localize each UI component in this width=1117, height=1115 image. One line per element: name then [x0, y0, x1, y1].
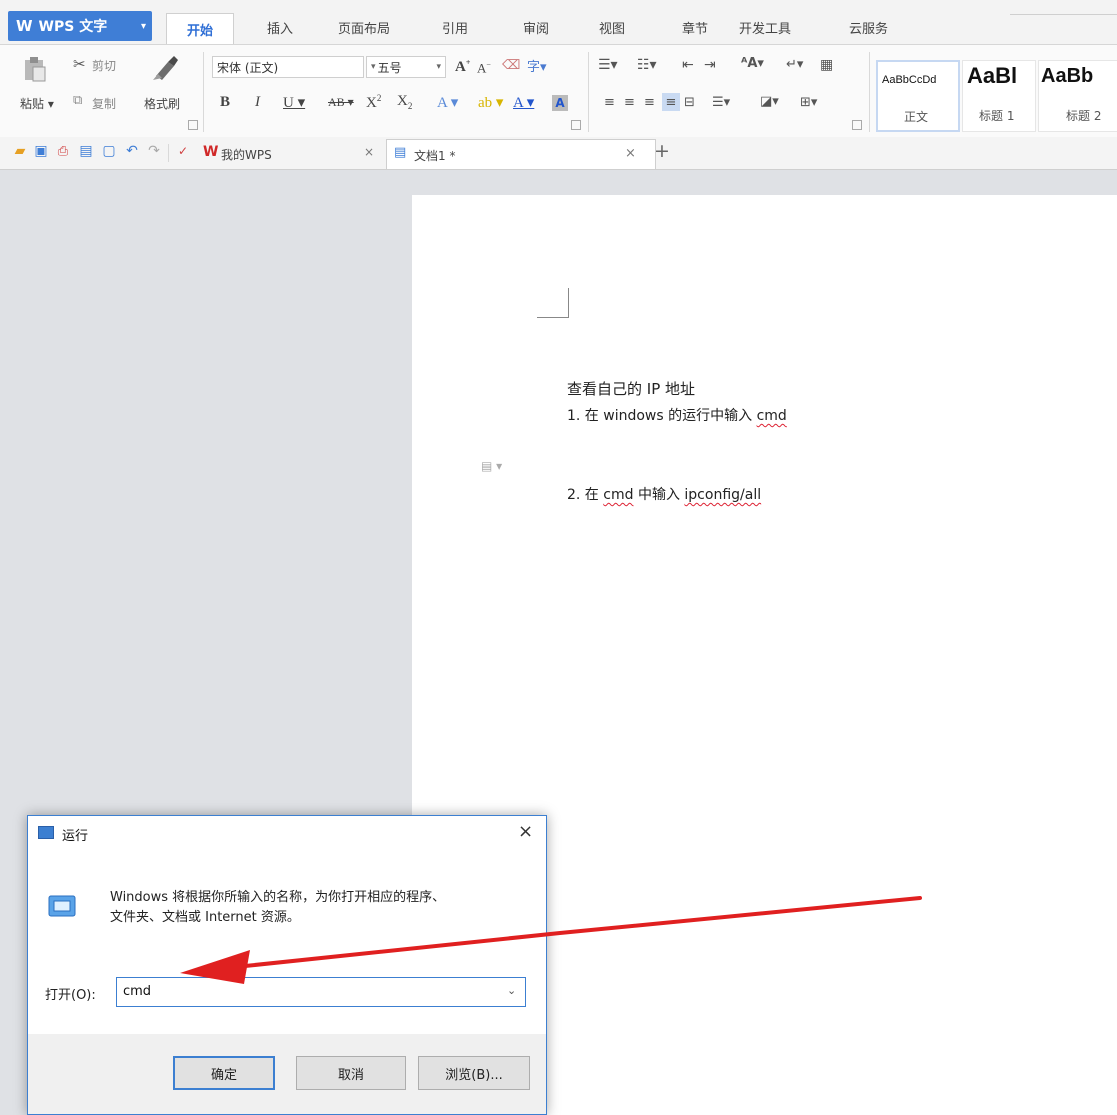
annotation-arrow — [180, 896, 922, 984]
